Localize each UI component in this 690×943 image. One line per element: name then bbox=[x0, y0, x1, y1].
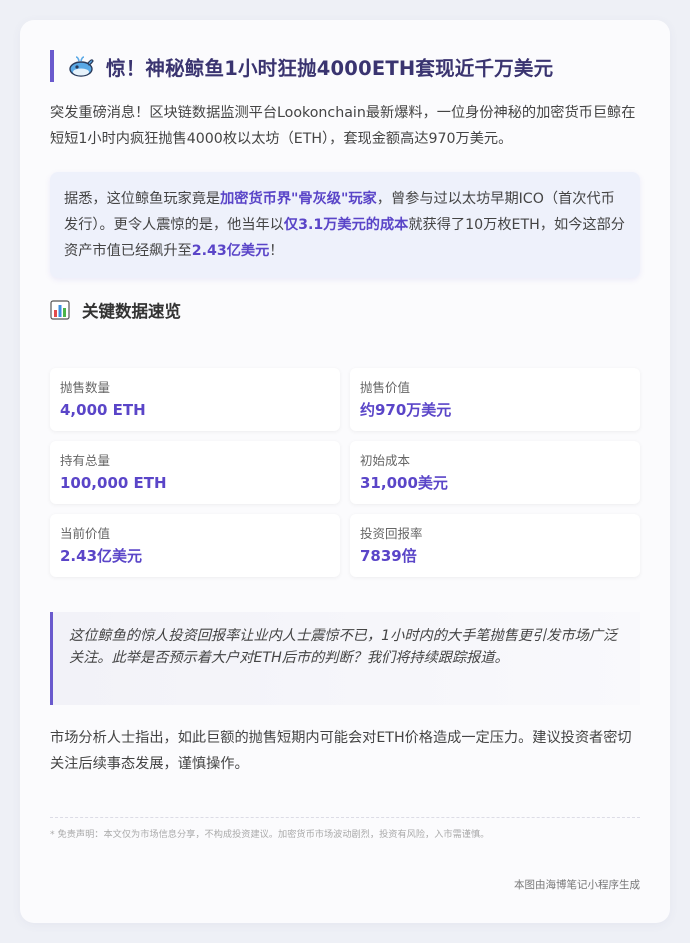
article-card: 惊！神秘鲸鱼1小时狂抛4000ETH套现近千万美元 突发重磅消息！区块链数据监测… bbox=[20, 20, 670, 923]
analysis-paragraph: 市场分析人士指出，如此巨额的抛售短期内可能会对ETH价格造成一定压力。建议投资者… bbox=[50, 730, 632, 772]
stats-grid: 抛售数量 4,000 ETH 抛售价值 约970万美元 持有总量 100,000… bbox=[50, 368, 640, 577]
divider bbox=[50, 817, 640, 818]
quote-block: 这位鲸鱼的惊人投资回报率让业内人士震惊不已，1小时内的大手笔抛售更引发市场广泛关… bbox=[50, 612, 640, 705]
stat-card: 持有总量 100,000 ETH bbox=[50, 441, 340, 504]
title-bar: 惊！神秘鲸鱼1小时狂抛4000ETH套现近千万美元 bbox=[50, 50, 553, 82]
page-title: 惊！神秘鲸鱼1小时狂抛4000ETH套现近千万美元 bbox=[106, 56, 554, 80]
stat-label: 当前价值 bbox=[60, 526, 111, 541]
stat-value: 31,000美元 bbox=[360, 474, 448, 492]
stat-value: 4,000 ETH bbox=[60, 401, 146, 419]
stat-value: 7839倍 bbox=[360, 547, 417, 565]
intro-paragraph: 突发重磅消息！区块链数据监测平台Lookonchain最新爆料，一位身份神秘的加… bbox=[50, 105, 636, 147]
stat-value: 约970万美元 bbox=[360, 401, 452, 419]
stat-card: 抛售数量 4,000 ETH bbox=[50, 368, 340, 431]
highlight-box: 据悉，这位鲸鱼玩家竟是加密货币界"骨灰级"玩家，曾参与过以太坊早期ICO（首次代… bbox=[50, 172, 640, 278]
section-heading: 关键数据速览 bbox=[50, 298, 181, 322]
stat-card: 当前价值 2.43亿美元 bbox=[50, 514, 340, 577]
section-title: 关键数据速览 bbox=[82, 302, 181, 321]
stat-label: 抛售价值 bbox=[360, 380, 411, 395]
highlight-text: 据悉，这位鲸鱼玩家竟是 bbox=[64, 191, 221, 207]
stat-value: 2.43亿美元 bbox=[60, 547, 143, 565]
bar-chart-icon bbox=[50, 300, 70, 320]
highlight-emphasis: 加密货币界"骨灰级"玩家 bbox=[220, 191, 377, 207]
stat-card: 抛售价值 约970万美元 bbox=[350, 368, 640, 431]
whale-icon bbox=[69, 56, 94, 77]
highlight-emphasis: 2.43亿美元 bbox=[191, 243, 270, 259]
stat-label: 投资回报率 bbox=[360, 526, 423, 541]
disclaimer: * 免责声明：本文仅为市场信息分享，不构成投资建议。加密货币市场波动剧烈，投资有… bbox=[50, 829, 490, 840]
footer-credit: 本图由海博笔记小程序生成 bbox=[514, 879, 640, 891]
stat-label: 初始成本 bbox=[360, 453, 411, 468]
stat-card: 投资回报率 7839倍 bbox=[350, 514, 640, 577]
stat-value: 100,000 ETH bbox=[60, 474, 167, 492]
stat-card: 初始成本 31,000美元 bbox=[350, 441, 640, 504]
stat-label: 抛售数量 bbox=[60, 380, 111, 395]
stat-label: 持有总量 bbox=[60, 453, 111, 468]
highlight-emphasis: 仅3.1万美元的成本 bbox=[283, 217, 409, 233]
highlight-text: ！ bbox=[269, 243, 284, 259]
